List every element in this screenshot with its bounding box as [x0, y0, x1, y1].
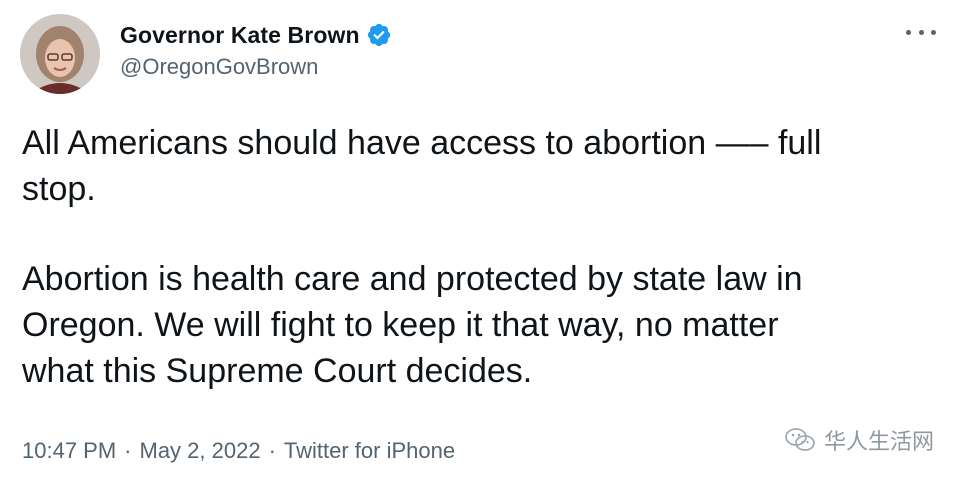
avatar-portrait-icon: [20, 14, 100, 94]
tweet-paragraph: Abortion is health care and protected by…: [22, 260, 803, 390]
more-dot: [931, 29, 936, 35]
display-name[interactable]: Governor Kate Brown: [120, 22, 360, 49]
tweet-date[interactable]: May 2, 2022: [140, 438, 261, 464]
watermark-text: 华人生活网: [823, 429, 934, 454]
meta-separator: ·: [124, 438, 132, 463]
more-dot: [918, 29, 924, 35]
wechat-logo-icon: [785, 428, 815, 451]
user-handle[interactable]: @OregonGovBrown: [120, 54, 392, 80]
more-dot: [906, 29, 911, 35]
more-horizontal-icon[interactable]: [906, 22, 936, 42]
verified-badge-icon: [366, 22, 392, 48]
user-info: Governor Kate Brown @OregonGovBrown: [120, 20, 392, 80]
tweet-time[interactable]: 10:47 PM: [22, 438, 116, 464]
tweet-text: All Americans should have access to abor…: [22, 120, 922, 394]
watermark: 华人生活网: [784, 424, 934, 456]
meta-separator: ·: [268, 438, 276, 463]
avatar[interactable]: [20, 14, 100, 94]
tweet-card: Governor Kate Brown @OregonGovBrown All …: [0, 0, 962, 482]
tweet-source[interactable]: Twitter for iPhone: [284, 438, 455, 464]
tweet-paragraph: All Americans should have access to abor…: [22, 124, 822, 208]
tweet-meta: 10:47 PM · May 2, 2022 · Twitter for iPh…: [22, 438, 455, 464]
name-row: Governor Kate Brown: [120, 20, 392, 50]
